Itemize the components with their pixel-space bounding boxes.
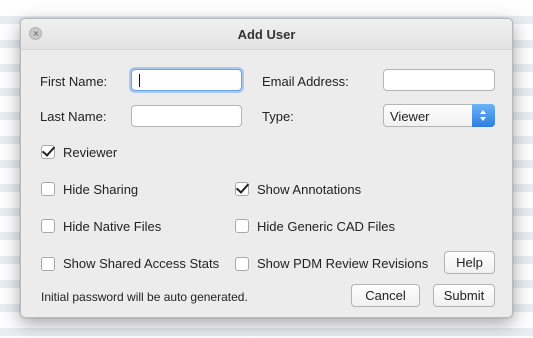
hide-sharing-label: Hide Sharing <box>63 182 139 197</box>
hide-generic-cad-files-checkbox[interactable] <box>235 219 249 233</box>
help-button[interactable]: Help <box>444 251 495 274</box>
show-pdm-review-revisions-label: Show PDM Review Revisions <box>257 256 429 271</box>
show-annotations-label: Show Annotations <box>257 182 362 197</box>
text-caret <box>139 74 140 87</box>
add-user-dialog: Add User First Name: Email Address: Last… <box>20 18 513 318</box>
last-name-field[interactable] <box>131 105 242 127</box>
password-note: Initial password will be auto generated. <box>41 290 248 304</box>
hide-generic-cad-files-label: Hide Generic CAD Files <box>257 219 395 234</box>
dialog-title: Add User <box>237 27 296 42</box>
hide-native-files-label: Hide Native Files <box>63 219 162 234</box>
last-name-label: Last Name: <box>40 109 107 124</box>
hide-native-files-checkbox[interactable] <box>41 219 55 233</box>
show-shared-access-stats-label: Show Shared Access Stats <box>63 256 220 271</box>
type-label: Type: <box>262 109 294 124</box>
first-name-field[interactable] <box>131 69 242 91</box>
show-shared-access-stats-checkbox[interactable] <box>41 257 55 271</box>
type-select-value: Viewer <box>390 109 430 124</box>
select-stepper-icon[interactable] <box>472 104 495 127</box>
submit-button[interactable]: Submit <box>433 284 495 307</box>
dialog-titlebar: Add User <box>21 19 512 50</box>
show-annotations-checkbox[interactable] <box>235 182 249 196</box>
type-select[interactable]: Viewer <box>383 104 495 127</box>
hide-sharing-checkbox[interactable] <box>41 182 55 196</box>
cancel-button[interactable]: Cancel <box>351 284 420 307</box>
first-name-label: First Name: <box>40 74 108 89</box>
reviewer-label: Reviewer <box>63 145 118 160</box>
email-field[interactable] <box>383 69 495 91</box>
reviewer-checkbox[interactable] <box>41 145 55 159</box>
email-address-label: Email Address: <box>262 74 349 89</box>
show-pdm-review-revisions-checkbox[interactable] <box>235 257 249 271</box>
